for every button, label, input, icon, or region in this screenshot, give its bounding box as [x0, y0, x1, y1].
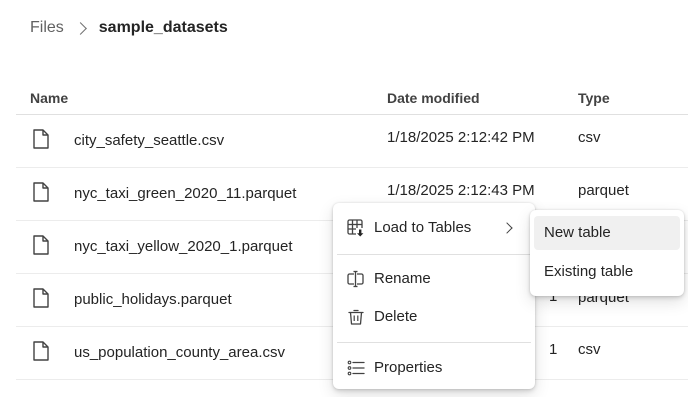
submenu-item-label: New table	[544, 224, 611, 241]
menu-item-label: Delete	[374, 308, 418, 325]
file-name[interactable]: us_population_county_area.csv	[74, 344, 285, 361]
properties-list-icon	[347, 360, 365, 376]
menu-divider	[337, 342, 531, 343]
file-date-modified: 1/18/2025 2:12:42 PM	[387, 129, 535, 146]
table-load-icon	[347, 219, 365, 237]
breadcrumb-current-folder: sample_datasets	[98, 19, 228, 36]
file-icon	[33, 182, 49, 202]
table-row[interactable]: city_safety_seattle.csv 1/18/2025 2:12:4…	[16, 115, 688, 168]
file-icon	[33, 341, 49, 361]
chevron-right-icon	[501, 222, 513, 234]
breadcrumb: Files sample_datasets	[30, 17, 228, 39]
trash-icon	[348, 309, 364, 325]
file-icon	[33, 129, 49, 149]
table-header: Name Date modified Type	[0, 88, 688, 112]
file-type: parquet	[578, 182, 629, 199]
menu-item-label: Rename	[374, 270, 431, 287]
file-date-modified: 1	[549, 341, 558, 358]
file-name[interactable]: nyc_taxi_green_2020_11.parquet	[74, 185, 296, 202]
menu-item-rename[interactable]: Rename	[337, 262, 531, 296]
menu-item-properties[interactable]: Properties	[337, 351, 531, 385]
menu-item-label: Properties	[374, 359, 443, 376]
breadcrumb-files-link[interactable]: Files	[30, 19, 64, 37]
context-menu: Load to Tables Rename Delete Properties	[333, 203, 535, 389]
submenu-item-existing-table[interactable]: Existing table	[534, 255, 680, 289]
submenu-item-label: Existing table	[544, 263, 634, 280]
column-header-date-modified[interactable]: Date modified	[387, 90, 480, 106]
file-date-modified: 1/18/2025 2:12:43 PM	[387, 182, 535, 199]
menu-divider	[337, 254, 531, 255]
file-name[interactable]: public_holidays.parquet	[74, 291, 232, 308]
column-header-name[interactable]: Name	[30, 90, 68, 106]
load-to-tables-submenu: New table Existing table	[530, 210, 684, 296]
column-header-type[interactable]: Type	[578, 90, 610, 106]
menu-item-label: Load to Tables	[374, 219, 472, 236]
menu-item-delete[interactable]: Delete	[337, 300, 531, 334]
file-type: csv	[578, 129, 601, 146]
file-type: csv	[578, 341, 601, 358]
chevron-right-icon	[73, 21, 87, 35]
submenu-item-new-table[interactable]: New table	[534, 216, 680, 250]
file-icon	[33, 288, 49, 308]
file-name[interactable]: city_safety_seattle.csv	[74, 132, 224, 149]
menu-item-load-to-tables[interactable]: Load to Tables	[337, 211, 531, 245]
file-icon	[33, 235, 49, 255]
file-name[interactable]: nyc_taxi_yellow_2020_1.parquet	[74, 238, 293, 255]
rename-icon	[347, 270, 364, 288]
